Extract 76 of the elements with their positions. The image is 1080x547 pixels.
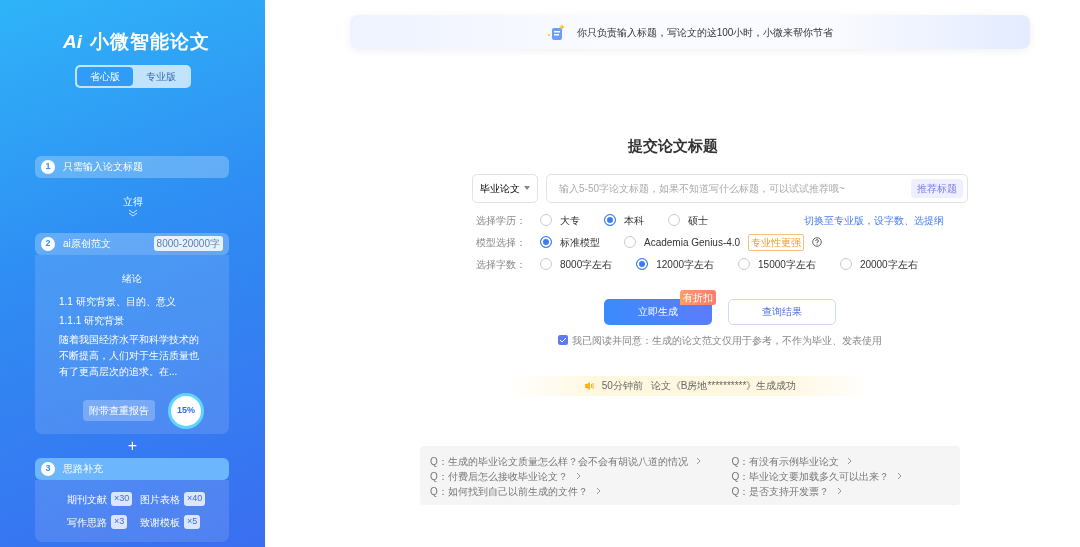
chevron-right-icon [575,472,581,480]
supplement-label: 致谢模板 [140,515,180,530]
banner-text: 你只负责输入标题，写论文的这100小时，小微来帮你节省 [576,25,834,40]
option-text: 8000字左右 [560,257,613,272]
faq-link[interactable]: Q：有没有示例毕业论文 [731,453,853,469]
notice-text: 论文《B房地**********》生成成功 [650,379,797,393]
query-results-button[interactable]: 查询结果 [728,298,836,325]
radio-button[interactable] [540,214,552,226]
preview-line: 1.1.1 研究背景 [59,313,126,328]
faq-link[interactable]: Q：付费后怎么接收毕业论文？ [430,468,581,484]
speaker-icon [583,380,594,391]
count-badge: ×30 [111,492,133,506]
radio-button[interactable] [540,258,552,270]
switch-pro-link[interactable]: 切换至专业版，设字数、选提纲 [804,212,944,228]
supplement-label: 期刊文献 [67,492,107,507]
double-chevron-icon [127,208,138,217]
step-number: 2 [41,236,55,251]
faq-link[interactable]: Q：是否支持开发票？ [731,483,843,499]
option-label: 选择学历： [476,213,527,228]
option-text: 硕士 [688,213,708,228]
similarity-ring: 15% [171,395,201,426]
option-label: 选择字数： [476,257,527,272]
radio-button[interactable] [738,258,751,270]
option-text: 本科 [624,213,644,228]
radio-button[interactable] [636,258,649,270]
step-number: 3 [41,461,55,476]
radio-button[interactable] [540,236,552,248]
discount-badge: 有折扣 [680,289,716,305]
supplement-label: 图片表格 [140,492,180,507]
logo-title: 小微智能论文 [90,30,210,54]
chevron-right-icon [897,472,903,480]
option-text: 标准模型 [560,235,600,250]
radio-button[interactable] [668,214,680,226]
page-title: 提交论文标题 [627,136,718,156]
connector-text: 立得 [122,194,143,209]
chevron-right-icon [695,457,701,465]
step-title: 思路补充 [63,462,104,476]
logo-mark: Ai [63,30,82,54]
count-badge: ×5 [184,515,201,529]
chevron-right-icon [847,457,853,465]
plus-sign: + [127,436,138,454]
step-number: 1 [41,159,55,174]
chevron-right-icon [595,487,601,495]
radio-button[interactable] [604,214,616,226]
notice-time: 50分钟前 [601,379,643,393]
step-title: ai原创范文 [63,237,112,251]
faq-link[interactable]: Q：毕业论文要加载多久可以出来？ [731,468,903,484]
word-range-badge: 8000-20000字 [153,236,223,251]
faq-link[interactable]: Q：如何找到自己以前生成的文件？ [430,483,601,499]
report-label: 附带查重报告 [83,400,155,421]
option-text: 12000字左右 [656,257,715,272]
type-select[interactable]: 毕业论文 [472,173,538,203]
edition-tab[interactable]: 专业版 [132,66,189,86]
option-text: 20000字左右 [859,257,918,272]
title-input[interactable]: 输入5-50字论文标题，如果不知道写什么标题，可以试试推荐哦~ 推荐标题 [546,173,968,203]
preview-heading: 绪论 [121,271,143,286]
recommend-title-button[interactable]: 推荐标题 [911,178,963,198]
supplement-label: 写作思路 [67,515,107,530]
preview-line: 1.1 研究背景、目的、意义 [59,294,177,309]
edition-tab[interactable]: 省心版 [76,66,133,86]
agreement-text: 我已阅读并同意：生成的论文范文仅用于参考，不作为毕业、发表使用 [572,333,882,348]
caret-down-icon [524,186,530,190]
radio-button[interactable] [839,258,852,270]
step-title: 只需输入论文标题 [63,160,144,174]
radio-button[interactable] [624,236,636,248]
preview-paragraph: 随着我国经济水平和科学技术的不断提高，人们对于生活质量也有了更高层次的追求。在... [59,332,200,379]
option-text: Academia Genius-4.0 [644,235,741,250]
chevron-right-icon [837,487,843,495]
agreement-checkbox[interactable] [558,335,568,345]
count-badge: ×40 [184,492,206,506]
count-badge: ×3 [111,515,128,529]
feature-tag: 专业性更强 [748,233,805,251]
option-text: 大专 [560,213,580,228]
option-label: 模型选择： [476,235,527,250]
option-text: 15000字左右 [758,257,816,272]
faq-link[interactable]: Q：生成的毕业论文质量怎么样？会不会有胡说八道的情况 [430,453,701,469]
